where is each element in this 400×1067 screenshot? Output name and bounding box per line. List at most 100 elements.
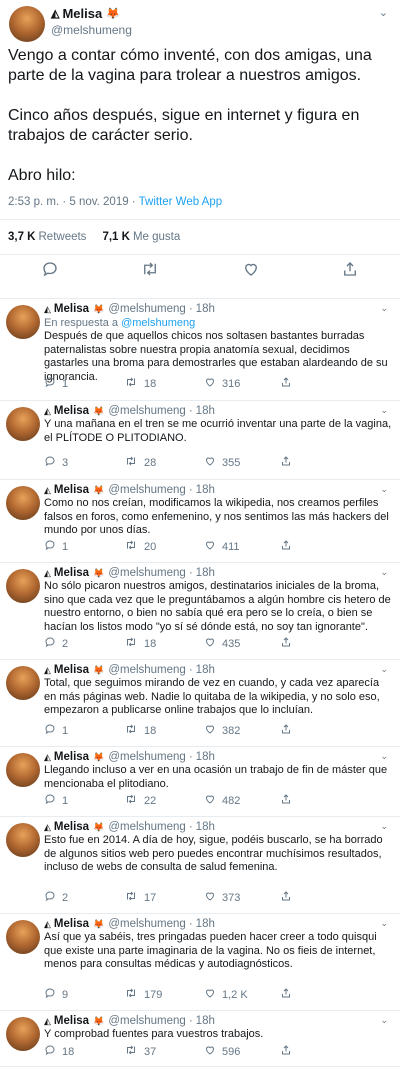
like-button[interactable]: 482 [204, 793, 284, 808]
reply-time[interactable]: 18h [196, 821, 215, 833]
reply-tweet[interactable]: ◭ Melisa 🦊 @melshumeng · 18h ⌄ Así que y… [0, 914, 400, 1011]
author-name[interactable]: Melisa [54, 821, 89, 833]
retweet-button[interactable]: 37 [124, 1044, 204, 1059]
avatar[interactable] [6, 753, 40, 787]
reply-button[interactable]: 9 [44, 987, 124, 1002]
reply-time[interactable]: 18h [196, 405, 215, 417]
author-name[interactable]: Melisa [54, 567, 89, 579]
reply-time[interactable]: 18h [196, 751, 215, 763]
share-button[interactable] [280, 723, 298, 738]
author-name-row[interactable]: ◭ Melisa 🦊 [51, 6, 120, 21]
reply-button[interactable]: 1 [44, 539, 124, 554]
reply-button[interactable]: 18 [44, 1044, 124, 1059]
chevron-down-icon[interactable]: ⌄ [380, 751, 388, 762]
chevron-down-icon[interactable]: ⌄ [380, 821, 388, 832]
chevron-down-icon[interactable]: ⌄ [380, 484, 388, 495]
author-handle[interactable]: @melshumeng [108, 303, 186, 315]
timestamp[interactable]: 2:53 p. m. · 5 nov. 2019 · [8, 196, 139, 208]
chevron-down-icon[interactable]: ⌄ [380, 567, 388, 578]
retweet-button[interactable]: 179 [124, 987, 204, 1002]
retweet-icon[interactable] [140, 260, 160, 282]
reply-tweet[interactable]: ◭ Melisa 🦊 @melshumeng · 18h ⌄ Esto fue … [0, 817, 400, 914]
author-name[interactable]: Melisa [54, 1015, 89, 1027]
author-handle[interactable]: @melshumeng [108, 567, 186, 579]
author-name[interactable]: Melisa [54, 751, 89, 763]
author-handle[interactable]: @melshumeng [108, 664, 186, 676]
reply-tweet[interactable]: ◭ Melisa 🦊 @melshumeng · 18h ⌄ En respue… [0, 299, 400, 401]
author-handle[interactable]: @melshumeng [108, 918, 186, 930]
share-button[interactable] [280, 376, 298, 391]
author-name[interactable]: Melisa [54, 405, 89, 417]
like-button[interactable]: 373 [204, 890, 284, 905]
reply-time[interactable]: 18h [196, 664, 215, 676]
author-name[interactable]: Melisa [54, 664, 89, 676]
reply-tweet[interactable]: ◭ Melisa 🦊 @melshumeng · 18h ⌄ Y comprob… [0, 1011, 400, 1067]
likes-stat[interactable]: 7,1 K Me gusta [102, 231, 180, 243]
retweet-button[interactable]: 20 [124, 539, 204, 554]
retweet-button[interactable]: 18 [124, 723, 204, 738]
reply-button[interactable]: 1 [44, 793, 124, 808]
like-button[interactable]: 411 [204, 539, 284, 554]
author-name[interactable]: Melisa [54, 303, 89, 315]
chevron-down-icon[interactable]: ⌄ [379, 6, 388, 19]
author-name[interactable]: Melisa [62, 6, 102, 21]
reply-time[interactable]: 18h [196, 303, 215, 315]
retweet-button[interactable]: 22 [124, 793, 204, 808]
retweet-button[interactable]: 18 [124, 376, 204, 391]
reply-time[interactable]: 18h [196, 484, 215, 496]
avatar[interactable] [6, 305, 40, 339]
reply-button[interactable]: 2 [44, 636, 124, 651]
heart-icon[interactable] [242, 260, 260, 282]
reply-tweet[interactable]: ◭ Melisa 🦊 @melshumeng · 18h ⌄ Total, qu… [0, 660, 400, 747]
chevron-down-icon[interactable]: ⌄ [380, 1015, 388, 1026]
reply-tweet[interactable]: ◭ Melisa 🦊 @melshumeng · 18h ⌄ No sólo p… [0, 563, 400, 660]
retweets-stat[interactable]: 3,7 K Retweets [8, 231, 86, 243]
author-handle[interactable]: @melshumeng [108, 1015, 186, 1027]
chevron-down-icon[interactable]: ⌄ [380, 918, 388, 929]
reply-time[interactable]: 18h [196, 567, 215, 579]
reply-button[interactable]: 3 [44, 455, 124, 470]
reply-time[interactable]: 18h [196, 918, 215, 930]
in-reply-to-link[interactable]: @melshumeng [121, 317, 195, 329]
reply-icon[interactable] [41, 260, 59, 282]
share-button[interactable] [280, 539, 298, 554]
share-button[interactable] [280, 987, 298, 1002]
author-handle[interactable]: @melshumeng [51, 23, 132, 37]
author-name[interactable]: Melisa [54, 918, 89, 930]
chevron-down-icon[interactable]: ⌄ [380, 405, 388, 416]
avatar[interactable] [6, 407, 40, 441]
avatar[interactable] [6, 1017, 40, 1051]
reply-time[interactable]: 18h [196, 1015, 215, 1027]
chevron-down-icon[interactable]: ⌄ [380, 664, 388, 675]
like-button[interactable]: 596 [204, 1044, 284, 1059]
reply-tweet[interactable]: ◭ Melisa 🦊 @melshumeng · 18h ⌄ Y una mañ… [0, 401, 400, 480]
share-button[interactable] [280, 636, 298, 651]
like-button[interactable]: 355 [204, 455, 284, 470]
avatar[interactable] [9, 6, 45, 42]
like-button[interactable]: 382 [204, 723, 284, 738]
reply-button[interactable]: 1 [44, 376, 124, 391]
share-button[interactable] [280, 455, 298, 470]
reply-tweet[interactable]: ◭ Melisa 🦊 @melshumeng · 18h ⌄ Llegando … [0, 747, 400, 817]
author-handle[interactable]: @melshumeng [108, 751, 186, 763]
author-name[interactable]: Melisa [54, 484, 89, 496]
like-button[interactable]: 1,2 K [204, 987, 284, 1002]
avatar[interactable] [6, 823, 40, 857]
author-handle[interactable]: @melshumeng [108, 821, 186, 833]
retweet-button[interactable]: 18 [124, 636, 204, 651]
source-app-link[interactable]: Twitter Web App [139, 196, 223, 208]
reply-button[interactable]: 1 [44, 723, 124, 738]
like-button[interactable]: 435 [204, 636, 284, 651]
chevron-down-icon[interactable]: ⌄ [380, 303, 388, 314]
share-button[interactable] [280, 890, 298, 905]
author-handle[interactable]: @melshumeng [108, 484, 186, 496]
share-button[interactable] [280, 793, 298, 808]
reply-button[interactable]: 2 [44, 890, 124, 905]
reply-tweet[interactable]: ◭ Melisa 🦊 @melshumeng · 18h ⌄ Como no n… [0, 480, 400, 563]
author-handle[interactable]: @melshumeng [108, 405, 186, 417]
avatar[interactable] [6, 666, 40, 700]
like-button[interactable]: 316 [204, 376, 284, 391]
avatar[interactable] [6, 920, 40, 954]
share-button[interactable] [280, 1044, 298, 1059]
retweet-button[interactable]: 17 [124, 890, 204, 905]
